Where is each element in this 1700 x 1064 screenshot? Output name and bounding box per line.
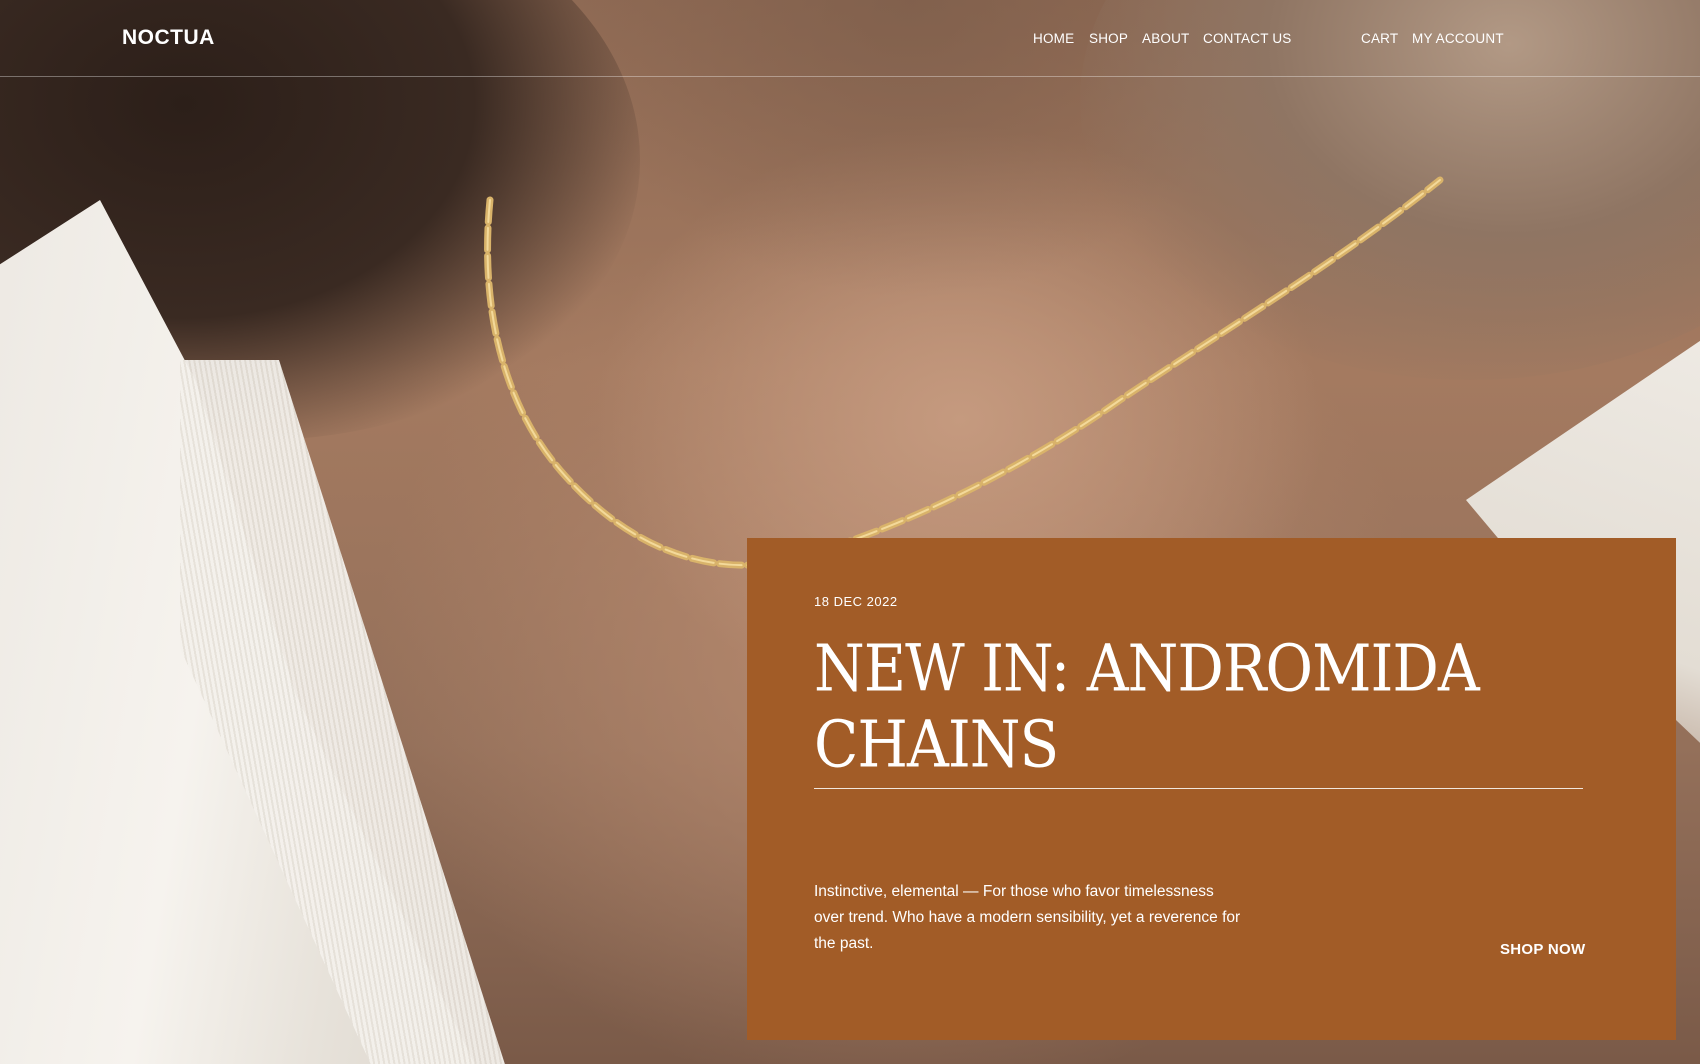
shop-now-link[interactable]: SHOP NOW [1500,941,1585,958]
nav-contact-us[interactable]: CONTACT US [1203,31,1292,46]
feature-description: Instinctive, elemental — For those who f… [814,883,1241,952]
feature-divider [814,788,1583,789]
nav-about[interactable]: ABOUT [1142,31,1190,46]
feature-title: NEW IN: ANDROMIDA CHAINS [814,630,1480,783]
feature-card: 18 DEC 2022 NEW IN: ANDROMIDA CHAINS Ins… [747,538,1676,1040]
site-header: NOCTUA HOME SHOP ABOUT CONTACT US CART M… [0,0,1700,77]
brand-logo[interactable]: NOCTUA [122,26,215,50]
nav-cart[interactable]: CART [1361,31,1398,46]
nav-home[interactable]: HOME [1033,31,1074,46]
nav-shop[interactable]: SHOP [1089,31,1128,46]
nav-my-account[interactable]: MY ACCOUNT [1412,31,1504,46]
feature-date: 18 DEC 2022 [814,594,898,609]
